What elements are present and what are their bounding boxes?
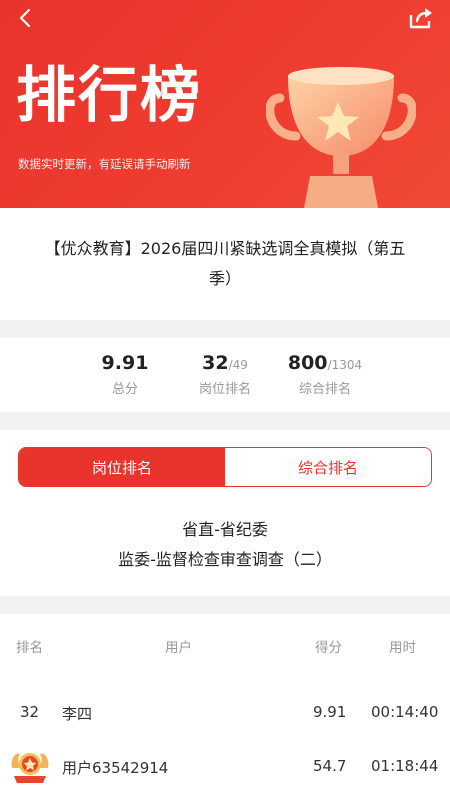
overall-rank-stat: 800/1304 综合排名 (275, 338, 375, 412)
column-header-time: 用时 (389, 640, 416, 656)
exam-title-card: 【优众教育】2026届四川紧缺选调全真模拟（第五季） (0, 208, 450, 320)
position-rank-value: 32 (202, 352, 229, 374)
total-score-value: 9.91 (101, 352, 149, 374)
share-icon[interactable] (408, 6, 434, 30)
trophy-icon (266, 67, 416, 208)
overall-rank-label: 综合排名 (298, 382, 351, 397)
column-header-rank: 排名 (16, 640, 43, 656)
row-time: 01:18:44 (371, 757, 439, 775)
tab-position-rank[interactable]: 岗位排名 (19, 448, 225, 486)
row-time: 00:14:40 (371, 703, 439, 721)
leaderboard-header: 排行榜 数据实时更新，有延误请手动刷新 (0, 0, 450, 208)
column-header-score: 得分 (315, 640, 342, 656)
ranking-type-card: 岗位排名 综合排名 省直-省纪委 监委-监督检查审查调查（二） (0, 430, 450, 596)
overall-rank-total: /1304 (327, 358, 363, 372)
total-score-stat: 9.91 总分 (75, 338, 175, 412)
row-user: 用户63542914 (62, 759, 169, 777)
score-summary: 9.91 总分 32/49 岗位排名 800/1304 综合排名 (0, 338, 450, 412)
ranking-tabs: 岗位排名 综合排名 (18, 447, 432, 487)
column-header-user: 用户 (165, 640, 192, 656)
position-department: 省直-省纪委 (182, 520, 268, 539)
position-rank-stat: 32/49 岗位排名 (175, 338, 275, 412)
row-user: 李四 (62, 705, 93, 723)
position-rank-total: /49 (228, 358, 248, 372)
back-arrow-icon[interactable] (14, 6, 38, 30)
total-score-label: 总分 (111, 382, 138, 397)
table-row: 用户63542914 54.7 01:18:44 (0, 754, 450, 794)
position-name: 监委-监督检查审查调查（二） (118, 550, 332, 569)
overall-rank-value: 800 (287, 352, 328, 374)
exam-title: 【优众教育】2026届四川紧缺选调全真模拟（第五季） (44, 239, 406, 288)
position-rank-label: 岗位排名 (198, 382, 251, 397)
page-title: 排行榜 (16, 61, 202, 131)
row-score: 9.91 (313, 703, 347, 721)
tab-overall-rank[interactable]: 综合排名 (225, 448, 431, 486)
row-rank: 32 (20, 703, 40, 721)
row-score: 54.7 (313, 757, 347, 775)
table-row: 32 李四 9.91 00:14:40 (0, 700, 450, 740)
refresh-hint: 数据实时更新，有延误请手动刷新 (18, 157, 191, 171)
